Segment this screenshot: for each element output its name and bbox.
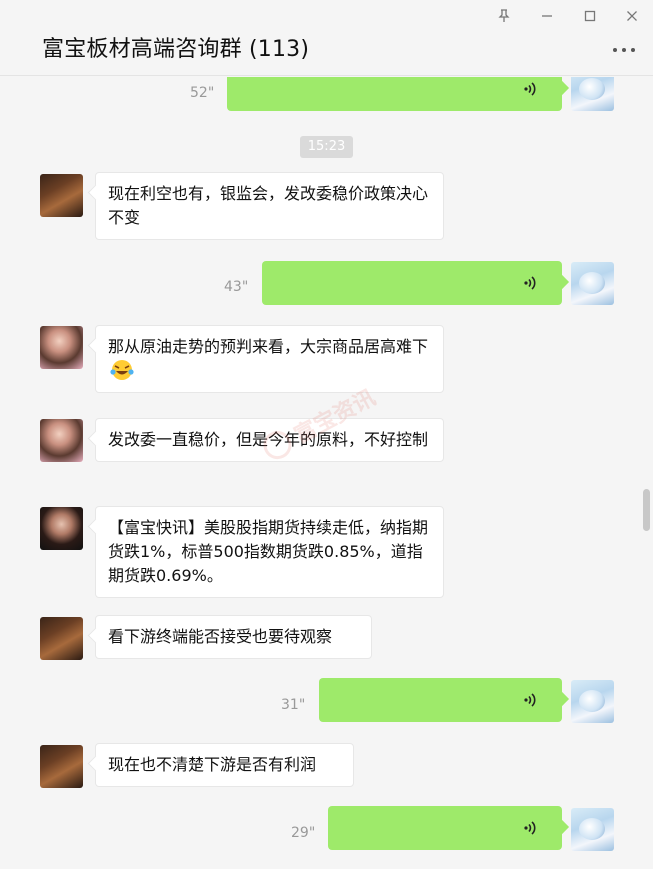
message-bubble[interactable]: 那从原油走势的预判来看，大宗商品居高难下 [95, 325, 444, 393]
voice-wave-icon [524, 693, 536, 707]
scrollbar-thumb[interactable] [643, 489, 650, 531]
sender-avatar[interactable] [40, 745, 83, 788]
timestamp: 15:23 [300, 136, 353, 158]
my-avatar[interactable] [571, 77, 614, 111]
sender-avatar[interactable] [40, 419, 83, 462]
voice-duration: 29" [291, 825, 316, 841]
voice-message[interactable] [319, 678, 562, 722]
voice-wave-icon [524, 276, 536, 290]
message-bubble[interactable]: 现在也不清楚下游是否有利润 [95, 743, 354, 787]
my-avatar[interactable] [571, 262, 614, 305]
message-bubble[interactable]: 看下游终端能否接受也要待观察 [95, 615, 372, 659]
minimize-icon[interactable] [537, 6, 557, 26]
maximize-icon[interactable] [580, 6, 600, 26]
voice-wave-icon [524, 82, 536, 96]
sender-avatar[interactable] [40, 326, 83, 369]
title-bar: 富宝板材高端咨询群 (113) [0, 0, 653, 76]
sender-avatar[interactable] [40, 174, 83, 217]
chat-message-list[interactable]: 52" 15:23 现在利空也有，银监会，发改委稳价政策决心不变 43" 那从原… [0, 77, 653, 869]
laughing-tears-emoji-icon [110, 359, 134, 381]
message-text: 那从原油走势的预判来看，大宗商品居高难下 [108, 337, 429, 356]
voice-message[interactable] [227, 77, 562, 111]
sender-avatar[interactable] [40, 507, 83, 550]
voice-wave-icon [524, 821, 536, 835]
voice-message[interactable] [328, 806, 562, 850]
my-avatar[interactable] [571, 680, 614, 723]
message-bubble[interactable]: 现在利空也有，银监会，发改委稳价政策决心不变 [95, 172, 444, 240]
my-avatar[interactable] [571, 808, 614, 851]
sender-avatar[interactable] [40, 617, 83, 660]
close-icon[interactable] [622, 6, 642, 26]
voice-duration: 52" [190, 85, 215, 101]
voice-duration: 31" [281, 697, 306, 713]
voice-message[interactable] [262, 261, 562, 305]
more-icon[interactable] [613, 44, 635, 56]
chat-title: 富宝板材高端咨询群 (113) [42, 37, 310, 62]
voice-duration: 43" [224, 279, 249, 295]
message-bubble[interactable]: 【富宝快讯】美股股指期货持续走低，纳指期货跌1%，标普500指数期货跌0.85%… [95, 506, 444, 598]
pin-icon[interactable] [494, 6, 514, 26]
